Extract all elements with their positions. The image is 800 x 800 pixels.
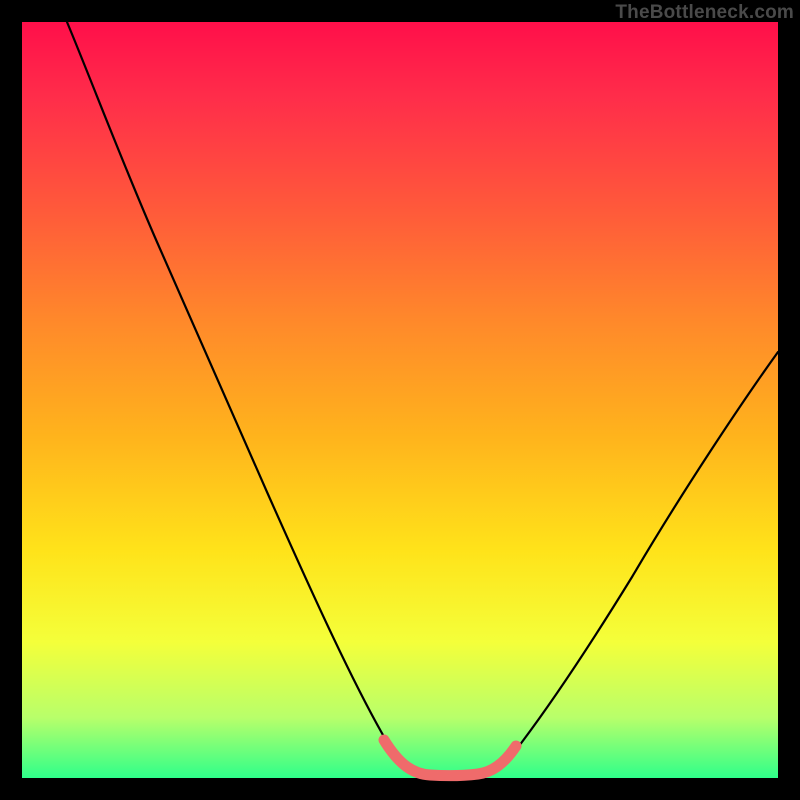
chart-frame: TheBottleneck.com xyxy=(0,0,800,800)
curve-path xyxy=(67,22,778,776)
plot-area xyxy=(22,22,778,778)
highlight-segment xyxy=(384,740,516,776)
attribution-label: TheBottleneck.com xyxy=(615,2,794,24)
bottleneck-curve xyxy=(22,22,778,778)
